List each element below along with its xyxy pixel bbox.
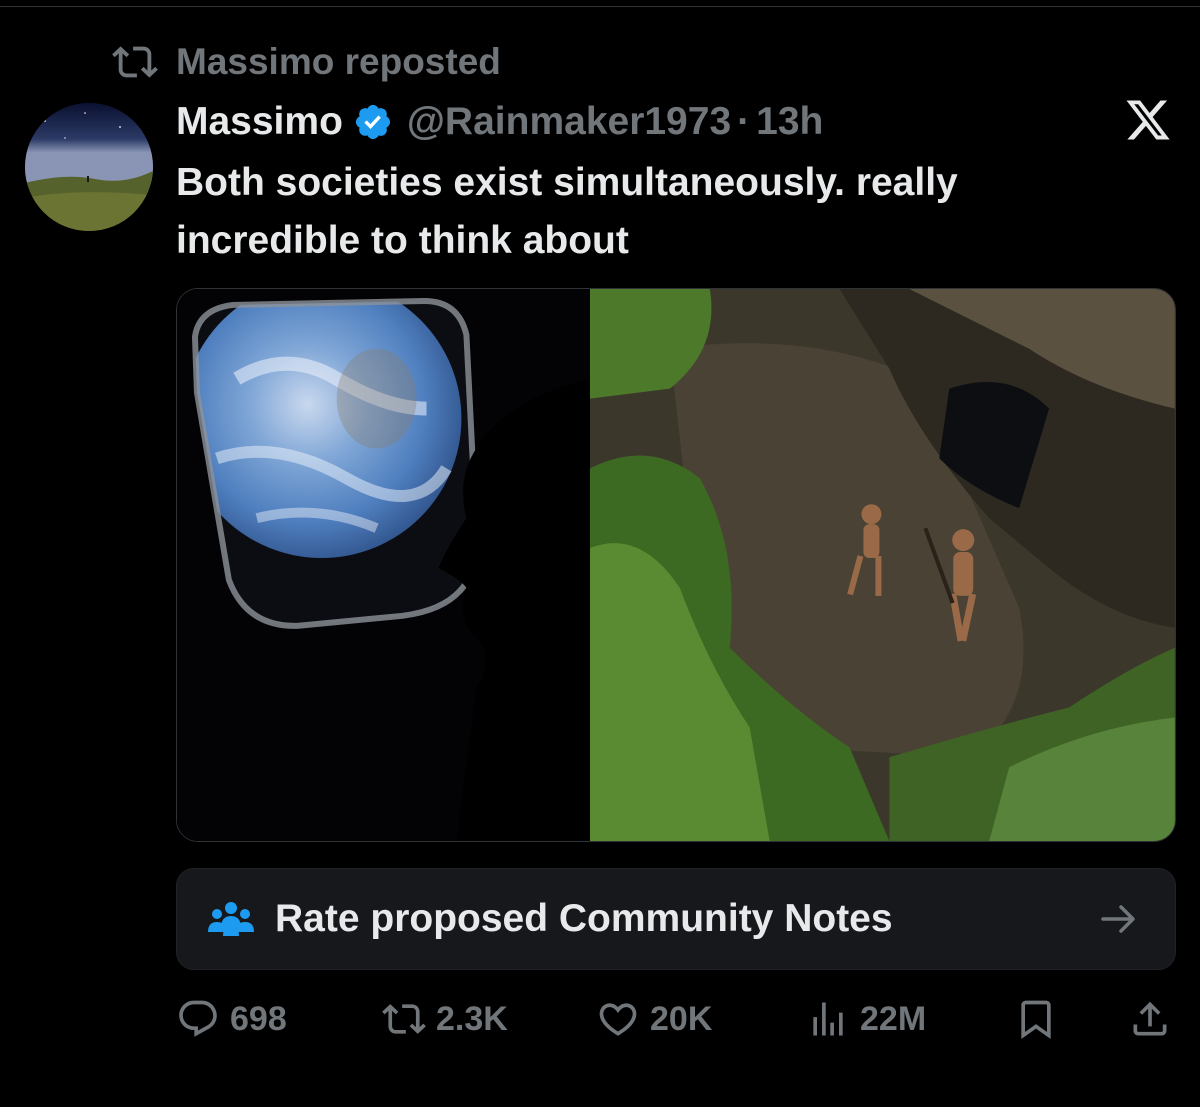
repost-text: Massimo reposted [176, 41, 501, 82]
display-name[interactable]: Massimo [176, 100, 343, 144]
repost-icon [382, 1004, 426, 1034]
media-image-right[interactable] [590, 289, 1175, 841]
media-container[interactable] [176, 288, 1176, 842]
like-button[interactable]: 20K [596, 990, 712, 1048]
top-divider [0, 6, 1200, 7]
views-chart-icon [813, 1002, 843, 1036]
views-button[interactable]: 22M [806, 990, 926, 1048]
tweet-text-line-1: Both societies exist simultaneously. rea… [176, 161, 958, 204]
tweet-header: Massimo @Rainmaker1973 · 13h [176, 96, 823, 148]
community-notes-bar[interactable]: Rate proposed Community Notes [176, 868, 1176, 970]
reply-count: 698 [230, 999, 287, 1038]
arrow-right-icon [1101, 905, 1135, 933]
x-logo-icon [1126, 100, 1170, 140]
repost-icon [112, 46, 158, 78]
avatar[interactable] [25, 103, 153, 231]
repost-button[interactable]: 2.3K [382, 990, 508, 1048]
separator-dot: · [737, 100, 751, 143]
people-icon [208, 902, 254, 936]
community-notes-label: Rate proposed Community Notes [275, 897, 893, 940]
tweet-action-bar: 698 2.3K 20K 22M [176, 990, 1176, 1048]
earth-window-image [177, 289, 591, 841]
bookmark-button[interactable] [1014, 990, 1058, 1048]
handle[interactable]: @Rainmaker1973 [407, 100, 731, 144]
bookmark-icon [1021, 1000, 1051, 1040]
repost-indicator[interactable]: Massimo reposted [112, 40, 501, 84]
share-button[interactable] [1128, 990, 1172, 1048]
like-count: 20K [650, 999, 713, 1038]
tweet-text-line-2: incredible to think about [176, 219, 629, 262]
reply-icon [179, 1000, 217, 1037]
repost-count: 2.3K [436, 999, 508, 1038]
share-icon [1133, 1001, 1167, 1036]
media-image-left[interactable] [177, 289, 591, 841]
aerial-tribe-image [590, 289, 1175, 841]
avatar-image [25, 103, 153, 231]
tweet-text: Both societies exist simultaneously. rea… [176, 154, 1136, 270]
views-count: 22M [860, 999, 927, 1038]
timestamp[interactable]: 13h [756, 100, 823, 144]
heart-icon [599, 1003, 637, 1036]
verified-badge-icon[interactable] [353, 102, 393, 142]
reply-button[interactable]: 698 [176, 990, 287, 1048]
